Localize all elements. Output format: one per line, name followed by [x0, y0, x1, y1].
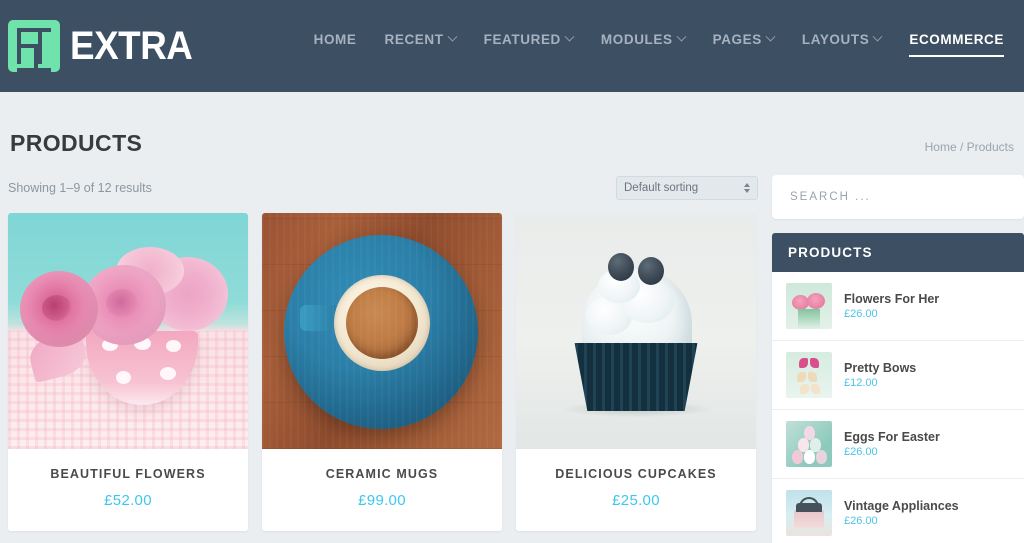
page-title-row: PRODUCTS Home / Products	[8, 92, 1016, 157]
nav-item-pages[interactable]: PAGES	[699, 31, 788, 57]
nav-label: MODULES	[600, 32, 673, 47]
chocolate-ball	[608, 253, 634, 281]
chocolate-ball	[638, 257, 664, 285]
list-item-name: Pretty Bows	[844, 361, 917, 375]
search-input[interactable]	[790, 191, 1006, 203]
nav-item-home[interactable]: HOME	[300, 32, 371, 57]
blue-cup-and-saucer-on-wood-image	[262, 213, 502, 449]
list-item-text: Eggs For Easter £26.00	[844, 430, 940, 458]
list-item[interactable]: Eggs For Easter £26.00	[772, 410, 1024, 479]
sort-select[interactable]: Default sorting	[616, 176, 758, 200]
pink-roses-in-polka-dot-bowl-image	[8, 213, 248, 449]
list-item[interactable]: Vintage Appliances £26.00	[772, 479, 1024, 543]
product-price: £99.00	[358, 492, 406, 509]
cupcake-with-white-frosting-image	[516, 213, 756, 449]
products-grid: BEAUTIFUL FLOWERS £52.00 CERAMIC MUGS £9	[8, 213, 758, 531]
chevron-down-icon	[676, 31, 687, 42]
nav-label: RECENT	[384, 32, 444, 47]
ribbon-bows-thumb-icon	[786, 352, 832, 398]
list-item-price: £26.00	[844, 308, 878, 320]
content-row: Showing 1–9 of 12 results Default sortin…	[8, 175, 1024, 543]
page-body: PRODUCTS Home / Products Showing 1–9 of …	[0, 92, 1024, 543]
active-nav-underline	[909, 55, 1004, 57]
product-meta: CERAMIC MUGS £99.00	[262, 449, 502, 531]
cupcake-liner	[574, 343, 698, 411]
site-logo[interactable]: EXTRA	[8, 20, 203, 72]
product-name[interactable]: DELICIOUS CUPCAKES	[524, 467, 748, 481]
breadcrumb[interactable]: Home / Products	[925, 140, 1014, 154]
main-navigation: HOME RECENT FEATURED MODULES PAGES LAYOU…	[300, 31, 1018, 57]
list-item-text: Pretty Bows £12.00	[844, 361, 916, 389]
nav-label: PAGES	[712, 32, 762, 47]
vintage-appliance-thumb-icon	[786, 490, 832, 536]
products-widget: PRODUCTS Flowers For Her £26.00 Pretty B…	[772, 233, 1024, 543]
list-item[interactable]: Flowers For Her £26.00	[772, 272, 1024, 341]
sort-select-value: Default sorting	[624, 182, 699, 194]
product-meta: DELICIOUS CUPCAKES £25.00	[516, 449, 756, 531]
sidebar: PRODUCTS Flowers For Her £26.00	[772, 175, 1024, 543]
list-item-price: £26.00	[844, 515, 878, 527]
rose-bloom	[20, 271, 98, 347]
product-price: £52.00	[104, 492, 152, 509]
product-name[interactable]: CERAMIC MUGS	[270, 467, 494, 481]
list-item-name: Vintage Appliances	[844, 499, 959, 513]
nav-item-layouts[interactable]: LAYOUTS	[788, 31, 895, 57]
product-card[interactable]: BEAUTIFUL FLOWERS £52.00	[8, 213, 248, 531]
nav-item-featured[interactable]: FEATURED	[470, 31, 587, 57]
product-card[interactable]: CERAMIC MUGS £99.00	[262, 213, 502, 531]
search-box[interactable]	[772, 175, 1024, 219]
easter-eggs-thumb-icon	[786, 421, 832, 467]
site-header: EXTRA HOME RECENT FEATURED MODULES PAGES…	[0, 0, 1024, 92]
pink-flowers-thumb-icon	[786, 283, 832, 329]
chevron-down-icon	[447, 31, 458, 42]
logo-text: EXTRA	[70, 23, 193, 68]
list-item[interactable]: Pretty Bows £12.00	[772, 341, 1024, 410]
list-item-price: £26.00	[844, 446, 878, 458]
chevron-down-icon	[564, 31, 575, 42]
updown-arrows-icon	[744, 183, 750, 193]
chevron-down-icon	[765, 31, 776, 42]
logo-middle-bar	[21, 44, 42, 48]
page-title: PRODUCTS	[10, 130, 143, 156]
nav-item-modules[interactable]: MODULES	[587, 31, 699, 57]
nav-item-recent[interactable]: RECENT	[371, 31, 470, 57]
product-name[interactable]: BEAUTIFUL FLOWERS	[16, 467, 240, 481]
chevron-down-icon	[872, 31, 883, 42]
list-item-name: Eggs For Easter	[844, 430, 940, 444]
list-item-name: Flowers For Her	[844, 292, 940, 306]
product-meta: BEAUTIFUL FLOWERS £52.00	[8, 449, 248, 531]
products-main-column: Showing 1–9 of 12 results Default sortin…	[8, 175, 758, 531]
nav-label: HOME	[313, 32, 357, 47]
product-price: £25.00	[612, 492, 660, 509]
product-card[interactable]: DELICIOUS CUPCAKES £25.00	[516, 213, 756, 531]
products-widget-title: PRODUCTS	[772, 233, 1024, 272]
nav-label: FEATURED	[483, 32, 561, 47]
list-item-price: £12.00	[844, 377, 878, 389]
results-count: Showing 1–9 of 12 results	[8, 181, 152, 195]
products-toolbar: Showing 1–9 of 12 results Default sortin…	[8, 175, 758, 201]
cup-handle	[300, 305, 338, 331]
extra-e-logo-icon	[8, 20, 60, 72]
list-item-text: Vintage Appliances £26.00	[844, 499, 959, 527]
nav-label: ECOMMERCE	[909, 32, 1004, 47]
coffee-crema	[346, 287, 418, 359]
nav-item-ecommerce[interactable]: ECOMMERCE	[895, 32, 1018, 57]
nav-label: LAYOUTS	[801, 32, 870, 47]
list-item-text: Flowers For Her £26.00	[844, 292, 939, 320]
